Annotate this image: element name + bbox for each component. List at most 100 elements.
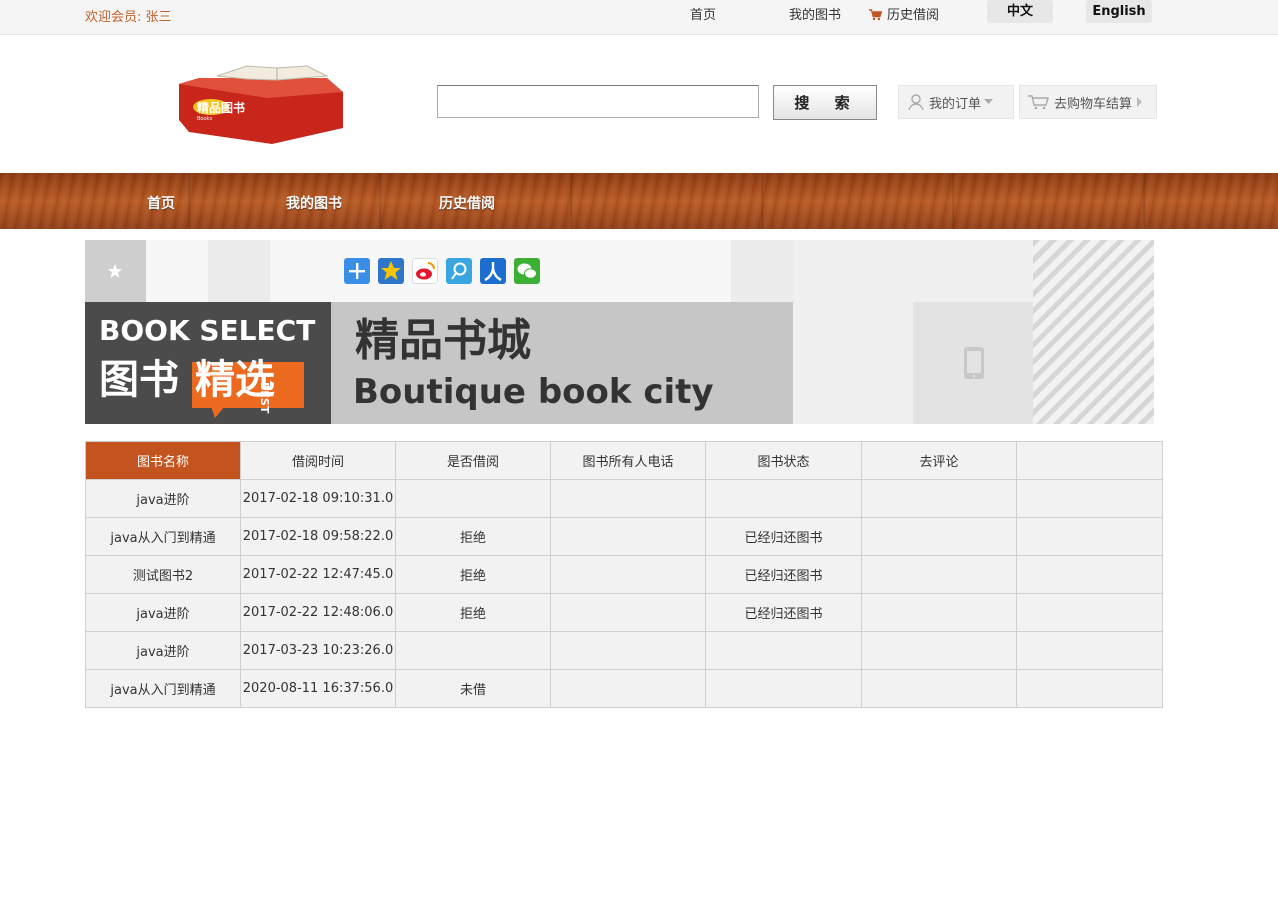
nav-item-home[interactable]: 首页 xyxy=(147,193,175,213)
table-header-row: 图书名称 借阅时间 是否借阅 图书所有人电话 图书状态 去评论 xyxy=(85,441,1163,480)
table-row: java从入门到精通 2017-02-18 09:58:22.0 拒绝 已经归还… xyxy=(85,517,1163,556)
cell-book-name: java进阶 xyxy=(85,593,241,632)
cell-comment[interactable] xyxy=(861,669,1017,708)
header-owner-phone: 图书所有人电话 xyxy=(550,441,706,480)
cell-owner-phone xyxy=(550,669,706,708)
header-book-status: 图书状态 xyxy=(705,441,862,480)
share-renren-icon[interactable] xyxy=(480,258,506,284)
cell-borrow-time: 2017-03-23 10:23:26.0 xyxy=(240,631,396,670)
banner-decor xyxy=(208,240,270,302)
mobile-phone-icon xyxy=(964,347,984,379)
table-row: java从入门到精通 2020-08-11 16:37:56.0 未借 xyxy=(85,669,1163,708)
search-button[interactable]: 搜 索 xyxy=(773,85,877,120)
table-row: java进阶 2017-02-22 12:48:06.0 拒绝 已经归还图书 xyxy=(85,593,1163,632)
welcome-text: 欢迎会员: 张三 xyxy=(85,10,172,25)
cell-is-borrowed xyxy=(395,479,551,518)
main-nav: 首页 我的图书 历史借阅 xyxy=(0,173,1278,229)
table-row: 测试图书2 2017-02-22 12:47:45.0 拒绝 已经归还图书 xyxy=(85,555,1163,594)
lang-zh-button[interactable]: 中文 xyxy=(987,0,1053,23)
header-comment: 去评论 xyxy=(861,441,1017,480)
lang-en-button[interactable]: English xyxy=(1086,0,1152,23)
header-is-borrowed: 是否借阅 xyxy=(395,441,551,480)
chevron-down-icon xyxy=(984,99,994,104)
badge-pointer-icon xyxy=(211,406,225,418)
cell-borrow-time: 2017-02-18 09:10:31.0 xyxy=(240,479,396,518)
cart-checkout-label: 去购物车结算 xyxy=(1054,96,1133,112)
borrow-records-table: 图书名称 借阅时间 是否借阅 图书所有人电话 图书状态 去评论 java进阶 2… xyxy=(85,441,1163,708)
promo-banner: BOOK SELECT 图书 精选 BEST 精品书城 Boutique boo… xyxy=(85,240,1154,424)
cell-owner-phone xyxy=(550,631,706,670)
cell-is-borrowed: 拒绝 xyxy=(395,593,551,632)
city-title-block: 精品书城 Boutique book city xyxy=(331,302,793,424)
table-row: java进阶 2017-02-18 09:10:31.0 xyxy=(85,479,1163,518)
cell-book-name: 测试图书2 xyxy=(85,555,241,594)
nav-item-history[interactable]: 历史借阅 xyxy=(439,193,495,213)
cell-owner-phone xyxy=(550,479,706,518)
share-tencent-icon[interactable] xyxy=(446,258,472,284)
cart-checkout-button[interactable]: 去购物车结算 xyxy=(1019,85,1157,119)
banner-stripes xyxy=(1033,240,1154,424)
cell-comment[interactable] xyxy=(861,631,1017,670)
cell-extra xyxy=(1016,555,1163,594)
cell-book-status xyxy=(705,669,862,708)
table-row: java进阶 2017-03-23 10:23:26.0 xyxy=(85,631,1163,670)
book-select-title: BOOK SELECT xyxy=(99,314,316,347)
chevron-right-icon xyxy=(1137,97,1143,107)
cell-book-name: java进阶 xyxy=(85,479,241,518)
logo-text: 精品图书 xyxy=(197,100,245,115)
cell-comment[interactable] xyxy=(861,479,1017,518)
share-wechat-icon[interactable] xyxy=(514,258,540,284)
banner-decor xyxy=(731,240,793,302)
cell-comment[interactable] xyxy=(861,517,1017,556)
cell-owner-phone xyxy=(550,517,706,556)
cell-book-status: 已经归还图书 xyxy=(705,517,862,556)
cell-borrow-time: 2017-02-22 12:48:06.0 xyxy=(240,593,396,632)
cell-book-status: 已经归还图书 xyxy=(705,593,862,632)
cell-book-status xyxy=(705,631,862,670)
my-orders-label: 我的订单 xyxy=(929,96,982,112)
book-select-block: BOOK SELECT 图书 精选 BEST xyxy=(85,302,331,424)
star-icon xyxy=(108,264,122,278)
cell-is-borrowed xyxy=(395,631,551,670)
site-logo[interactable]: 精品图书 Books xyxy=(177,62,345,146)
top-link-my-books[interactable]: 我的图书 xyxy=(789,4,841,23)
share-weibo-icon[interactable] xyxy=(412,258,438,284)
cell-extra xyxy=(1016,669,1163,708)
book-logo-icon: 精品图书 Books xyxy=(179,65,343,144)
cell-borrow-time: 2017-02-18 09:58:22.0 xyxy=(240,517,396,556)
header-borrow-time: 借阅时间 xyxy=(240,441,396,480)
best-label: BEST xyxy=(258,382,271,414)
cell-is-borrowed: 未借 xyxy=(395,669,551,708)
cell-book-status: 已经归还图书 xyxy=(705,555,862,594)
header-book-name: 图书名称 xyxy=(85,441,241,480)
nav-item-my-books[interactable]: 我的图书 xyxy=(286,193,342,213)
share-qzone-icon[interactable] xyxy=(378,258,404,284)
share-plus-icon[interactable] xyxy=(344,258,370,284)
logo-subtext: Books xyxy=(197,116,212,122)
top-link-history[interactable]: 历史借阅 xyxy=(869,4,939,23)
cell-book-name: java从入门到精通 xyxy=(85,669,241,708)
cell-is-borrowed: 拒绝 xyxy=(395,517,551,556)
cell-book-status xyxy=(705,479,862,518)
cell-comment[interactable] xyxy=(861,555,1017,594)
search-input[interactable] xyxy=(437,85,759,118)
shopping-cart-icon xyxy=(1028,95,1049,110)
cart-icon xyxy=(869,9,882,21)
cell-book-name: java从入门到精通 xyxy=(85,517,241,556)
cell-is-borrowed: 拒绝 xyxy=(395,555,551,594)
cell-owner-phone xyxy=(550,555,706,594)
cell-owner-phone xyxy=(550,593,706,632)
cell-borrow-time: 2020-08-11 16:37:56.0 xyxy=(240,669,396,708)
cell-comment[interactable] xyxy=(861,593,1017,632)
book-select-cn: 图书 xyxy=(99,357,179,403)
top-link-home[interactable]: 首页 xyxy=(690,4,716,23)
top-link-history-label: 历史借阅 xyxy=(887,8,940,23)
mobile-tab[interactable] xyxy=(913,302,1033,424)
cell-book-name: java进阶 xyxy=(85,631,241,670)
my-orders-button[interactable]: 我的订单 xyxy=(898,85,1014,119)
top-bar: 欢迎会员: 张三 首页 我的图书 历史借阅 中文 English xyxy=(0,0,1278,35)
favorite-tab[interactable] xyxy=(85,240,146,302)
user-icon xyxy=(908,94,924,111)
cell-extra xyxy=(1016,631,1163,670)
cell-borrow-time: 2017-02-22 12:47:45.0 xyxy=(240,555,396,594)
